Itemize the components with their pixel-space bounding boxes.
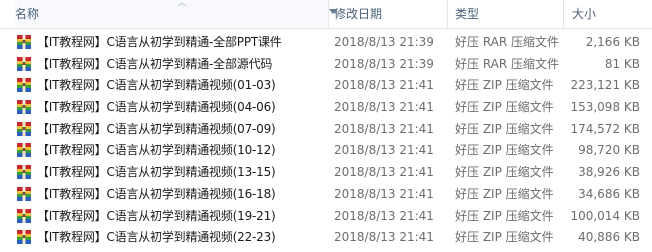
file-type: 好压 ZIP 压缩文件 [455,121,554,136]
file-name: 【IT教程网】C语言从初学到精通视频(19-21) [37,208,276,223]
file-name: 【IT教程网】C语言从初学到精通视频(13-15) [37,165,276,180]
file-row[interactable]: 【IT教程网】C语言从初学到精通-全部PPT课件 2018/8/13 21:39 好… [0,31,652,53]
archive-file-icon [16,164,32,180]
column-header-bar: 名称 ︿ 修改日期 类型 大小 [0,0,652,29]
file-date: 2018/8/13 21:41 [334,78,434,93]
file-size: 34,686 KB [578,186,640,201]
file-row[interactable]: 【IT教程网】C语言从初学到精通-全部源代码 2018/8/13 21:39 好压 … [0,53,652,75]
file-row[interactable]: 【IT教程网】C语言从初学到精通视频(13-15) 2018/8/13 21:41… [0,161,652,183]
column-header-type[interactable]: 类型 [455,0,479,28]
file-type: 好压 RAR 压缩文件 [455,56,560,71]
file-type: 好压 ZIP 压缩文件 [455,78,554,93]
file-type: 好压 ZIP 压缩文件 [455,100,554,115]
file-date: 2018/8/13 21:41 [334,100,434,115]
column-header-size[interactable]: 大小 [572,0,596,28]
archive-file-icon [16,229,32,245]
file-row[interactable]: 【IT教程网】C语言从初学到精通视频(04-06) 2018/8/13 21:41… [0,96,652,118]
file-size: 81 KB [604,56,640,71]
sort-ascending-icon: ︿ [178,0,186,7]
archive-file-icon [16,99,32,115]
file-size: 2,166 KB [585,35,640,49]
file-size: 98,720 KB [578,143,640,158]
file-row[interactable]: 【IT教程网】C语言从初学到精通视频(19-21) 2018/8/13 21:41… [0,205,652,227]
file-name: 【IT教程网】C语言从初学到精通视频(10-12) [37,143,276,158]
archive-file-icon [16,77,32,93]
file-type: 好压 RAR 压缩文件 [455,35,560,49]
archive-file-icon [16,121,32,137]
file-type: 好压 ZIP 压缩文件 [455,186,554,201]
file-date: 2018/8/13 21:41 [334,186,434,201]
file-date: 2018/8/13 21:39 [334,35,434,49]
file-row[interactable]: 【IT教程网】C语言从初学到精通视频(07-09) 2018/8/13 21:41… [0,118,652,140]
file-size: 40,886 KB [578,230,640,245]
file-name: 【IT教程网】C语言从初学到精通视频(22-23) [37,230,276,245]
file-type: 好压 ZIP 压缩文件 [455,165,554,180]
file-size: 38,926 KB [578,165,640,180]
file-name: 【IT教程网】C语言从初学到精通视频(01-03) [37,78,276,93]
file-name: 【IT教程网】C语言从初学到精通视频(04-06) [37,100,276,115]
archive-file-icon [16,34,32,50]
column-header-name[interactable]: 名称 ︿ [15,0,337,28]
file-date: 2018/8/13 21:41 [334,121,434,136]
file-date: 2018/8/13 21:41 [334,230,434,245]
file-date: 2018/8/13 21:41 [334,208,434,223]
archive-file-icon [16,56,32,72]
file-size: 153,098 KB [570,100,640,115]
file-size: 223,121 KB [570,78,640,93]
file-type: 好压 ZIP 压缩文件 [455,143,554,158]
file-list: 【IT教程网】C语言从初学到精通-全部PPT课件 2018/8/13 21:39 好… [0,31,652,248]
archive-file-icon [16,186,32,202]
file-date: 2018/8/13 21:41 [334,143,434,158]
file-type: 好压 ZIP 压缩文件 [455,230,554,245]
file-date: 2018/8/13 21:41 [334,165,434,180]
file-size: 100,014 KB [570,208,640,223]
archive-file-icon [16,142,32,158]
file-row[interactable]: 【IT教程网】C语言从初学到精通视频(22-23) 2018/8/13 21:41… [0,226,652,248]
file-name: 【IT教程网】C语言从初学到精通-全部PPT课件 [37,35,282,49]
column-divider[interactable] [563,0,564,28]
file-type: 好压 ZIP 压缩文件 [455,208,554,223]
file-name: 【IT教程网】C语言从初学到精通视频(16-18) [37,186,276,201]
archive-file-icon [16,208,32,224]
file-date: 2018/8/13 21:39 [334,56,434,71]
column-header-date[interactable]: 修改日期 [334,0,382,28]
file-name: 【IT教程网】C语言从初学到精通视频(07-09) [37,121,276,136]
file-row[interactable]: 【IT教程网】C语言从初学到精通视频(10-12) 2018/8/13 21:41… [0,139,652,161]
file-name: 【IT教程网】C语言从初学到精通-全部源代码 [37,56,273,71]
column-header-name-label: 名称 [15,7,40,21]
file-row[interactable]: 【IT教程网】C语言从初学到精通视频(01-03) 2018/8/13 21:41… [0,74,652,96]
column-divider[interactable] [447,0,448,28]
file-size: 174,572 KB [570,121,640,136]
file-row[interactable]: 【IT教程网】C语言从初学到精通视频(16-18) 2018/8/13 21:41… [0,183,652,205]
